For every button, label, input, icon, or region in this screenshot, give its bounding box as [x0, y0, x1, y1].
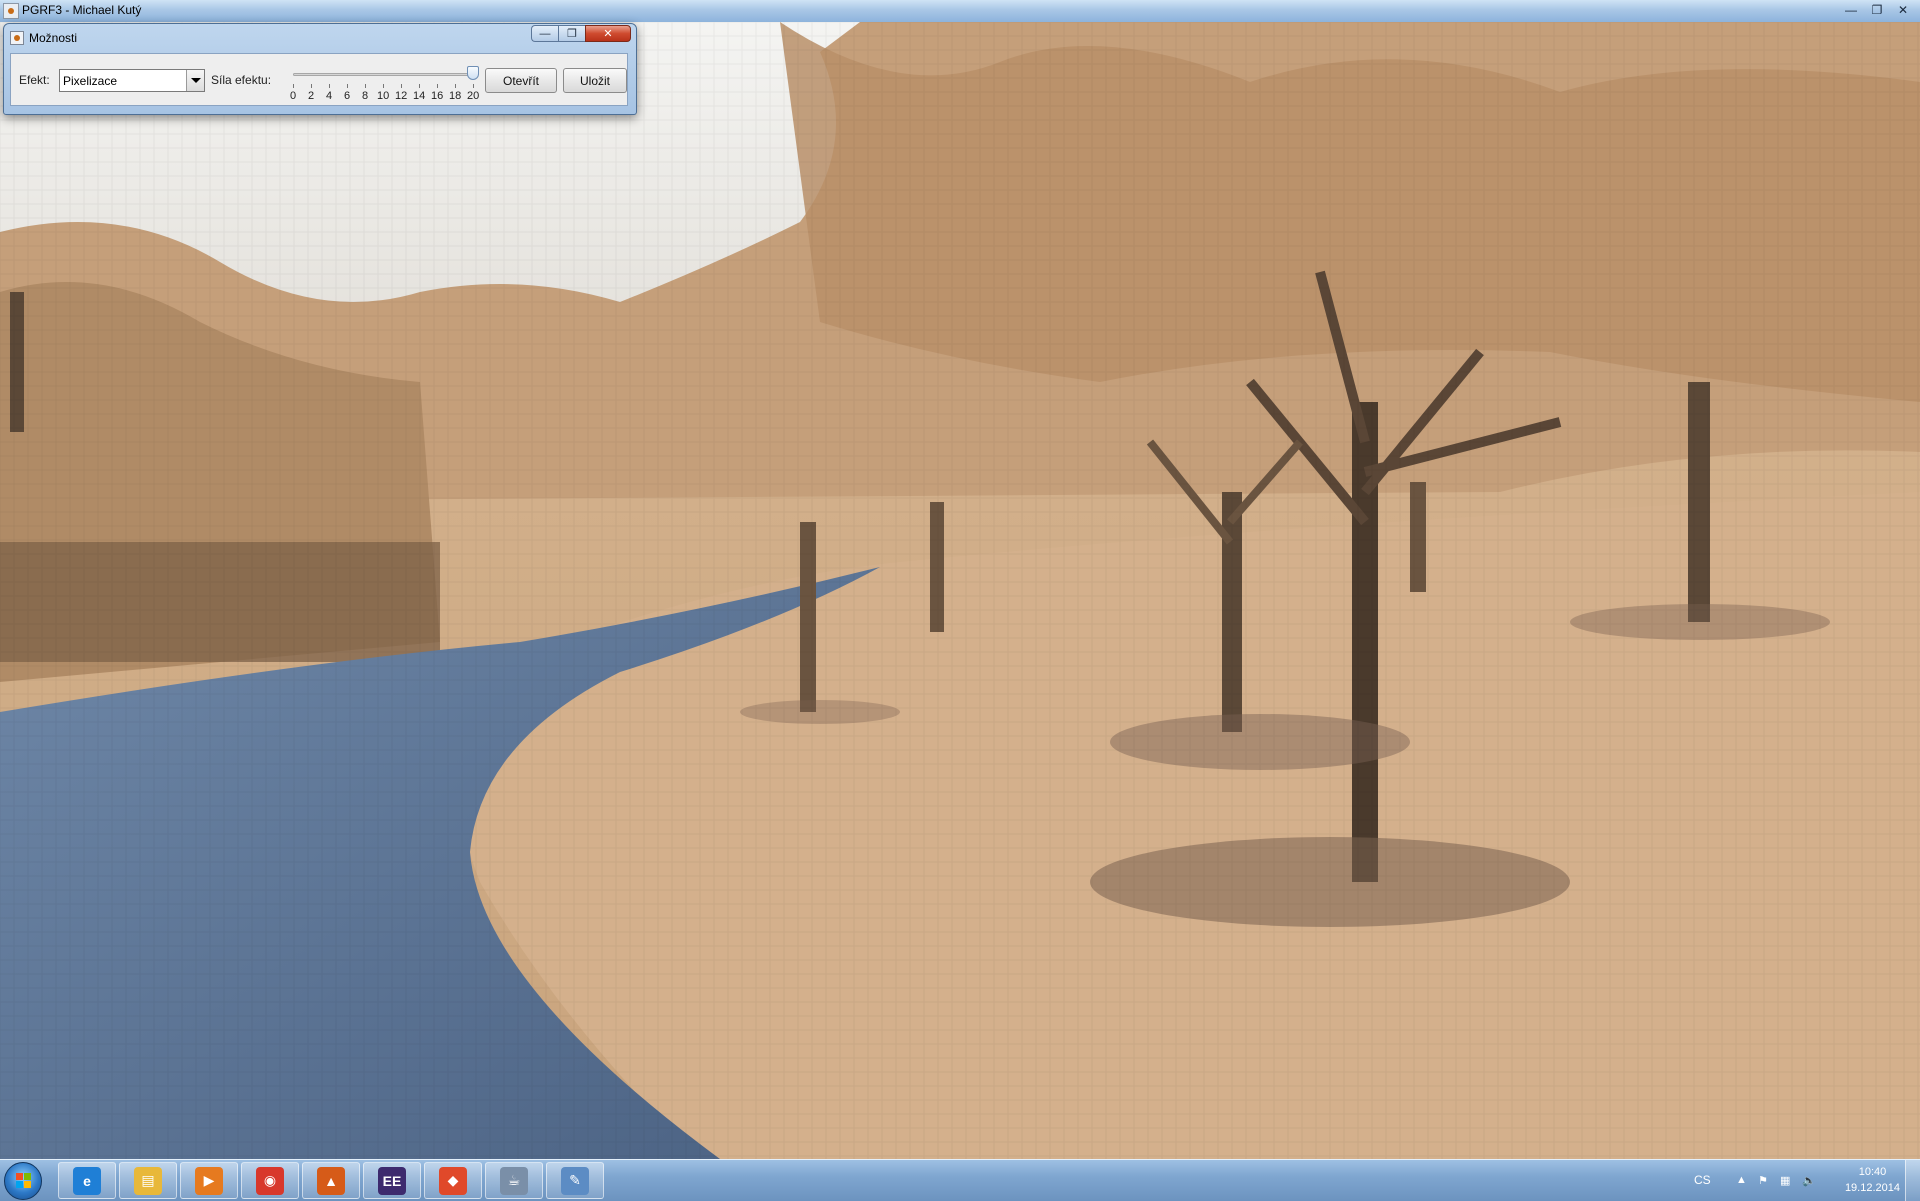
main-minimize-button[interactable]: —	[1840, 1, 1862, 19]
save-button[interactable]: Uložit	[563, 68, 627, 93]
start-button[interactable]	[4, 1162, 42, 1200]
taskbar-app-paint[interactable]: ✎	[546, 1162, 604, 1199]
taskbar-app-eclipse-javaee[interactable]: EE	[363, 1162, 421, 1199]
chrome-icon: ◉	[256, 1166, 284, 1195]
clock-time: 10:40	[1858, 1166, 1887, 1178]
matlab-icon: ▲	[317, 1166, 345, 1195]
slider-tick-label: 8	[362, 90, 369, 102]
language-indicator[interactable]: CS	[1694, 1173, 1711, 1187]
windows-logo-icon	[16, 1173, 23, 1180]
main-window-titlebar[interactable]: PGRF3 - Michael Kutý — ❐ ✕	[0, 0, 1920, 23]
show-hidden-icons-icon[interactable]: ▲	[1736, 1174, 1750, 1186]
image-canvas	[0, 22, 1920, 1159]
slider-tick	[401, 84, 402, 88]
options-dialog-titlebar[interactable]: Možnosti	[10, 29, 77, 47]
slider-tick-label: 18	[449, 90, 462, 102]
options-dialog-controls: — ❐ ✕	[531, 25, 631, 42]
dialog-minimize-button[interactable]: —	[531, 25, 558, 42]
paint-icon: ✎	[561, 1166, 589, 1195]
show-desktop-button[interactable]	[1905, 1160, 1920, 1201]
options-panel: Efekt: Pixelizace Síla efektu: 0 2 4 6 8 10 12…	[10, 53, 628, 106]
dialog-close-button[interactable]: ✕	[585, 25, 631, 42]
taskbar-app-file-explorer[interactable]: ▤	[119, 1162, 177, 1199]
slider-tick-label: 0	[290, 90, 297, 102]
slider-tick	[473, 84, 474, 88]
slider-track[interactable]	[293, 73, 473, 76]
taskbar-app-java[interactable]: ☕	[485, 1162, 543, 1199]
network-icon[interactable]: ▦	[1780, 1174, 1794, 1187]
chevron-down-icon[interactable]	[186, 70, 204, 91]
eclipse-javaee-icon: EE	[378, 1166, 406, 1195]
main-maximize-button[interactable]: ❐	[1866, 1, 1888, 19]
internet-explorer-icon: e	[73, 1166, 101, 1195]
taskbar-app-media-player[interactable]: ▶	[180, 1162, 238, 1199]
options-dialog: Možnosti — ❐ ✕ Efekt: Pixelizace Síla ef…	[3, 23, 637, 115]
slider-tick-label: 20	[467, 90, 480, 102]
main-window-title: PGRF3 - Michael Kutý	[22, 3, 142, 17]
slider-tick	[365, 84, 366, 88]
git-icon: ◆	[439, 1166, 467, 1195]
media-player-icon: ▶	[195, 1166, 223, 1195]
taskbar: e ▤ ▶ ◉ ▲ EE ◆ ☕ ✎ CS ▲ ⚑ ▦ 🔈 10:40 19.12.2014	[0, 1159, 1920, 1201]
effect-label: Efekt:	[19, 73, 50, 87]
slider-tick	[455, 84, 456, 88]
slider-tick	[293, 84, 294, 88]
volume-icon[interactable]: 🔈	[1802, 1174, 1816, 1187]
clock-date: 19.12.2014	[1844, 1182, 1900, 1194]
options-dialog-title: Možnosti	[29, 31, 78, 45]
clock[interactable]: 10:40 19.12.2014	[1845, 1164, 1900, 1196]
dialog-maximize-button[interactable]: ❐	[558, 25, 585, 42]
slider-tick	[437, 84, 438, 88]
slider-tick-label: 2	[308, 90, 315, 102]
taskbar-app-git[interactable]: ◆	[424, 1162, 482, 1199]
action-center-flag-icon[interactable]: ⚑	[1758, 1174, 1772, 1187]
open-button[interactable]: Otevřít	[485, 68, 557, 93]
strength-label: Síla efektu:	[211, 73, 272, 87]
slider-tick-label: 14	[413, 90, 426, 102]
taskbar-app-internet-explorer[interactable]: e	[58, 1162, 116, 1199]
pixelized-park-image	[0, 22, 1920, 1159]
slider-tick-label: 4	[326, 90, 333, 102]
main-window-controls: — ❐ ✕	[1840, 1, 1914, 19]
java-icon: ☕	[500, 1166, 528, 1195]
slider-tick-label: 12	[395, 90, 408, 102]
taskbar-app-chrome[interactable]: ◉	[241, 1162, 299, 1199]
effect-combobox[interactable]: Pixelizace	[59, 69, 205, 92]
slider-tick	[383, 84, 384, 88]
effect-combobox-value: Pixelizace	[63, 74, 118, 88]
slider-tick	[347, 84, 348, 88]
slider-thumb[interactable]	[467, 66, 479, 80]
slider-tick	[329, 84, 330, 88]
slider-tick-label: 6	[344, 90, 351, 102]
taskbar-app-matlab[interactable]: ▲	[302, 1162, 360, 1199]
java-app-icon	[10, 31, 24, 45]
java-app-icon	[3, 3, 19, 19]
file-explorer-icon: ▤	[134, 1166, 162, 1195]
system-tray: CS ▲ ⚑ ▦ 🔈 10:40 19.12.2014	[1690, 1160, 1920, 1201]
slider-tick-label: 10	[377, 90, 390, 102]
slider-tick	[419, 84, 420, 88]
slider-tick	[311, 84, 312, 88]
slider-tick-label: 16	[431, 90, 444, 102]
strength-slider[interactable]: 0 2 4 6 8 10 12 14 16 18 20	[285, 62, 481, 102]
main-close-button[interactable]: ✕	[1892, 1, 1914, 19]
